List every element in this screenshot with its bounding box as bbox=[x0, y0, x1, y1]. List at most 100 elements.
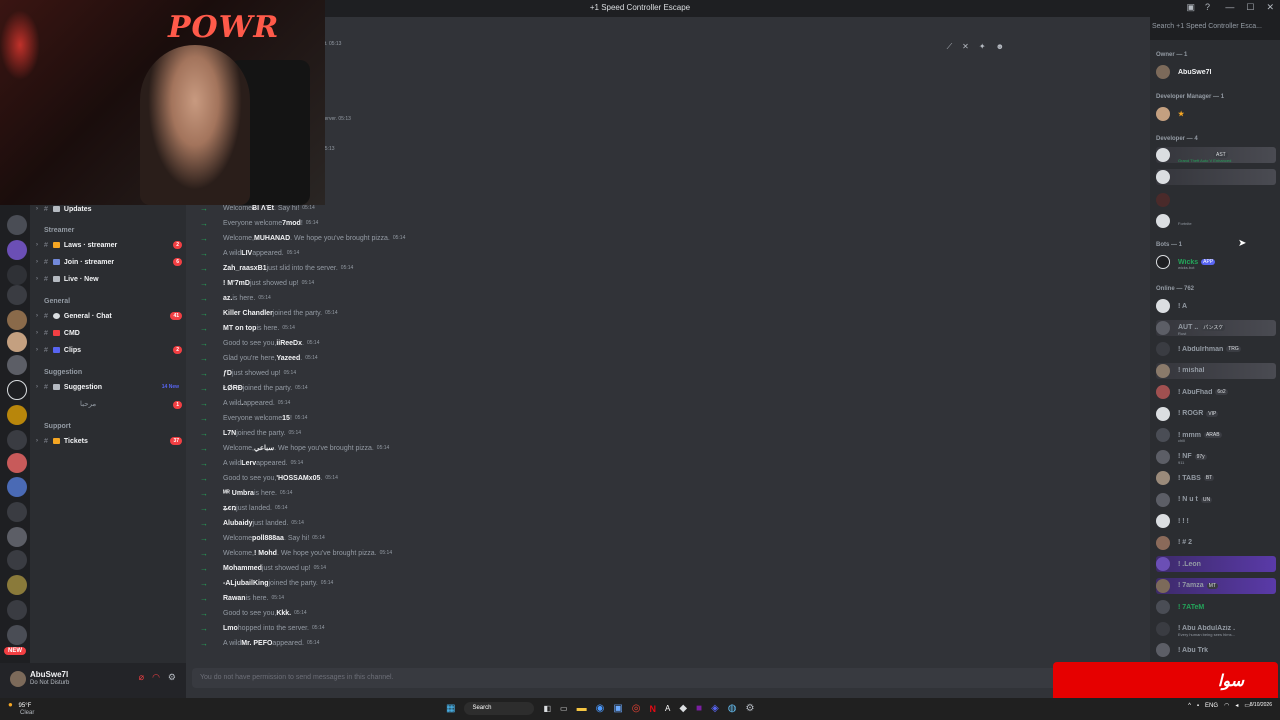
member-online[interactable]: ! Abdulrhman TRG bbox=[1156, 341, 1276, 357]
server-icon[interactable] bbox=[7, 550, 27, 570]
message-username[interactable]: Mohammed bbox=[223, 565, 262, 572]
discord-icon[interactable]: ◈ bbox=[711, 703, 719, 714]
message-username[interactable]: 15 bbox=[282, 415, 290, 422]
server-icon[interactable] bbox=[7, 575, 27, 595]
language-indicator[interactable]: ENG bbox=[1205, 703, 1218, 709]
message-username[interactable]: MT on top bbox=[223, 325, 256, 332]
channel-live[interactable]: › # Live · New bbox=[36, 273, 182, 285]
inbox-icon[interactable]: ▣ bbox=[1186, 2, 1195, 13]
server-icon[interactable] bbox=[7, 477, 27, 497]
channel-tickets[interactable]: › # Tickets 37 bbox=[36, 435, 182, 447]
message-username[interactable]: az. bbox=[223, 295, 232, 302]
server-icon[interactable] bbox=[7, 380, 27, 400]
file-explorer-icon[interactable]: ▬ bbox=[577, 703, 587, 714]
message-username[interactable]: Alubaidy bbox=[223, 520, 253, 527]
taskbar-search[interactable]: Search bbox=[464, 702, 535, 715]
server-icon[interactable] bbox=[7, 265, 27, 285]
member-dev-manager[interactable]: ★ bbox=[1156, 106, 1276, 122]
channel-clips[interactable]: › # Clips 2 bbox=[36, 344, 182, 356]
help-icon[interactable]: ? bbox=[1205, 2, 1210, 13]
message-username[interactable]: L7N bbox=[223, 430, 236, 437]
thread-item[interactable]: مرحبا bbox=[80, 400, 96, 408]
message-username[interactable]: MUHANAD bbox=[254, 235, 290, 242]
message-username[interactable]: Lerv bbox=[241, 460, 256, 467]
app-icon[interactable]: A bbox=[665, 704, 670, 713]
message-username[interactable]: ʑєռ bbox=[223, 504, 236, 512]
minimize-button[interactable]: — bbox=[1225, 2, 1234, 13]
muted-mic-icon[interactable]: ⌀ bbox=[139, 672, 144, 683]
server-icon[interactable] bbox=[7, 527, 27, 547]
settings-icon[interactable]: ⚙ bbox=[746, 703, 755, 714]
server-icon[interactable] bbox=[7, 240, 27, 260]
avatar[interactable] bbox=[10, 671, 26, 687]
message-username[interactable]: iiReeDx bbox=[276, 340, 302, 347]
channel-join[interactable]: › # Join · streamer 6 bbox=[36, 256, 182, 268]
server-icon[interactable] bbox=[7, 215, 27, 235]
member-online[interactable]: ! ROGR VIP bbox=[1156, 406, 1276, 422]
category-suggestion[interactable]: Suggestion bbox=[44, 369, 82, 376]
server-icon[interactable] bbox=[7, 625, 27, 645]
netflix-icon[interactable]: N bbox=[650, 704, 657, 714]
member-online[interactable]: ! Abu Trk bbox=[1156, 642, 1276, 658]
message-username[interactable]: poll888aa bbox=[252, 535, 284, 542]
server-icon[interactable] bbox=[7, 453, 27, 473]
app-icon[interactable]: ■ bbox=[696, 703, 702, 714]
widgets-icon[interactable]: ◧ bbox=[543, 704, 551, 713]
message-username[interactable]: Killer Chandler bbox=[223, 310, 273, 317]
member-developer[interactable]: AST Grand Theft Auto V Enhanced bbox=[1156, 147, 1276, 163]
deafened-headphones-icon[interactable]: ◠ bbox=[152, 672, 160, 683]
threads-icon[interactable]: ⟋ bbox=[947, 42, 953, 52]
pin-icon[interactable]: ✦ bbox=[979, 42, 986, 52]
shield-icon[interactable]: ◆ bbox=[679, 703, 687, 714]
message-username[interactable]: ƒD bbox=[223, 370, 232, 377]
new-badge[interactable]: NEW bbox=[4, 647, 26, 655]
member-online[interactable]: ! NF 97y 911 bbox=[1156, 449, 1276, 465]
message-username[interactable]: Mr. PEFO bbox=[241, 640, 272, 647]
message-username[interactable]: ﺳﺒﺎﻋﻲ bbox=[254, 444, 274, 452]
maximize-button[interactable]: ☐ bbox=[1246, 2, 1254, 13]
message-username[interactable]: 7mod bbox=[282, 220, 301, 227]
channel-cmd[interactable]: › # CMD bbox=[36, 327, 182, 339]
message-username[interactable]: Ƀl ΛΈt bbox=[252, 205, 274, 212]
chrome-icon[interactable]: ◎ bbox=[632, 703, 641, 714]
message-username[interactable]: Yazeed bbox=[276, 355, 300, 362]
message-username[interactable]: Lmo bbox=[223, 625, 238, 632]
category-general[interactable]: General bbox=[44, 298, 70, 305]
server-icon[interactable] bbox=[7, 430, 27, 450]
member-online[interactable]: ! Abu AbdulAziz . Every human being sees … bbox=[1156, 621, 1276, 637]
server-icon[interactable] bbox=[7, 355, 27, 375]
member-developer[interactable] bbox=[1156, 192, 1276, 208]
server-icon[interactable] bbox=[7, 285, 27, 305]
message-username[interactable]: ! Mohd bbox=[254, 550, 277, 557]
message-username[interactable]: Kkk. bbox=[276, 610, 291, 617]
member-online[interactable]: ! .Leon bbox=[1156, 556, 1276, 572]
channel-general-chat[interactable]: › # General · Chat 41 bbox=[36, 310, 182, 322]
message-username[interactable]: 'HOSSAMx05 bbox=[276, 475, 320, 482]
server-icon[interactable] bbox=[7, 502, 27, 522]
message-username[interactable]: ! M'7mD bbox=[223, 280, 250, 287]
server-icon[interactable] bbox=[7, 600, 27, 620]
member-owner[interactable]: AbuSwe7l bbox=[1156, 64, 1276, 80]
member-online[interactable]: ! AbuFhad 6o2 bbox=[1156, 384, 1276, 400]
member-bot[interactable]: Wicks APP wicks.bot bbox=[1156, 254, 1276, 270]
task-view-icon[interactable]: ▭ bbox=[560, 704, 568, 713]
chevron-up-icon[interactable]: ^ bbox=[1188, 703, 1191, 709]
server-icon[interactable] bbox=[7, 310, 27, 330]
message-username[interactable]: LIV bbox=[241, 250, 252, 257]
member-online[interactable]: ! mmm ARAB chill bbox=[1156, 427, 1276, 443]
channel-laws[interactable]: › # Laws · streamer 2 bbox=[36, 239, 182, 251]
tray-app-icon[interactable]: ▪ bbox=[1197, 703, 1199, 709]
category-streamer[interactable]: Streamer bbox=[44, 227, 74, 234]
edge-icon[interactable]: ◉ bbox=[596, 703, 605, 714]
member-online[interactable]: ! 7ATeM bbox=[1156, 599, 1276, 615]
member-online[interactable]: ! mishal bbox=[1156, 362, 1276, 379]
server-icon[interactable] bbox=[7, 332, 27, 352]
category-support[interactable]: Support bbox=[44, 423, 71, 430]
server-icon[interactable] bbox=[7, 405, 27, 425]
wifi-icon[interactable]: ◠ bbox=[1224, 702, 1229, 709]
message-username[interactable]: -ALjubailKing bbox=[223, 580, 269, 587]
steam-icon[interactable]: ◍ bbox=[728, 703, 737, 714]
windows-start-icon[interactable]: ▦ bbox=[446, 703, 455, 714]
message-username[interactable]: Zah_raasxB1 bbox=[223, 265, 267, 272]
search-input[interactable]: Search +1 Speed Controller Esca... bbox=[1152, 23, 1272, 35]
